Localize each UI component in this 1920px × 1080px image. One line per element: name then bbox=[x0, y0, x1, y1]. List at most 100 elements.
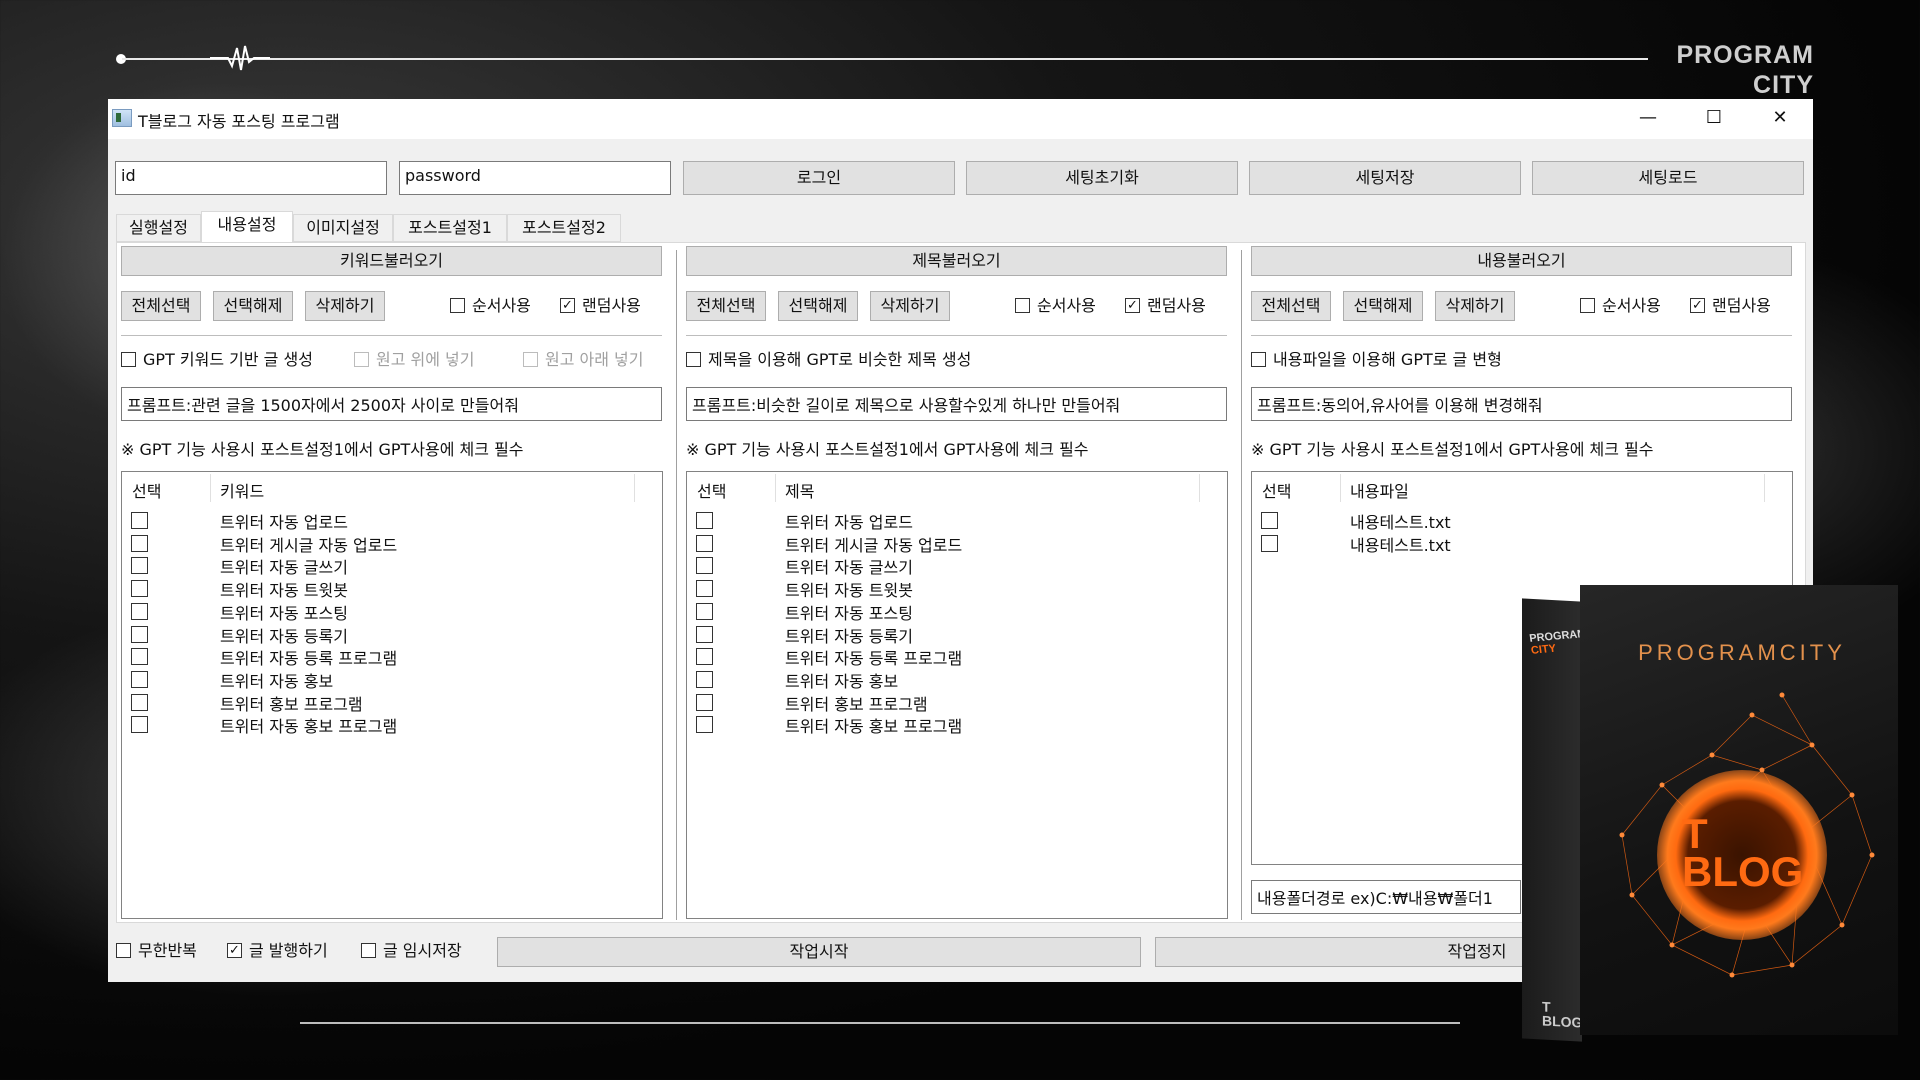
select-all-button[interactable]: 전체선택 bbox=[1251, 291, 1331, 321]
random-checkbox[interactable]: ✓ 랜덤사용 bbox=[1125, 295, 1206, 317]
app-icon bbox=[112, 109, 132, 127]
gpt-hint-text: ※ GPT 기능 사용시 포스트설정1에서 GPT사용에 체크 필수 bbox=[121, 440, 524, 459]
product-brand-text: PROGRAMCITY bbox=[1638, 640, 1846, 665]
random-checkbox[interactable]: ✓ 랜덤사용 bbox=[560, 295, 641, 317]
gpt-content-checkbox[interactable]: 내용파일을 이용해 GPT로 글 변형 bbox=[1251, 349, 1502, 371]
side-logo-text: T BLOG bbox=[1542, 998, 1583, 1031]
row-checkbox[interactable] bbox=[131, 625, 148, 643]
maximize-button[interactable]: ☐ bbox=[1681, 99, 1747, 139]
content-prompt-input[interactable]: 프롬프트:동의어,유사어를 이용해 변경해줘 bbox=[1251, 387, 1792, 421]
list-item[interactable]: 트위터 자동 홍보 프로그램 bbox=[687, 710, 1227, 738]
row-checkbox[interactable] bbox=[131, 512, 148, 529]
row-checkbox[interactable] bbox=[131, 557, 148, 575]
row-checkbox[interactable] bbox=[696, 648, 713, 666]
row-checkbox[interactable] bbox=[131, 716, 148, 734]
insert-below-checkbox[interactable]: 원고 아래 넣기 bbox=[523, 349, 644, 371]
header-content-file: 내용파일 bbox=[1350, 482, 1409, 501]
header-title: 제목 bbox=[785, 482, 815, 501]
keyword-prompt-input[interactable]: 프롬프트:관련 글을 1500자에서 2500자 사이로 만들어줘 bbox=[121, 387, 662, 421]
select-all-button[interactable]: 전체선택 bbox=[121, 291, 201, 321]
reset-settings-button[interactable]: 세팅초기화 bbox=[966, 161, 1238, 195]
load-settings-button[interactable]: 세팅로드 bbox=[1532, 161, 1804, 195]
list-item[interactable]: 내용테스트.txt bbox=[1252, 529, 1792, 557]
tab-image-settings[interactable]: 이미지설정 bbox=[293, 214, 393, 242]
row-checkbox[interactable] bbox=[696, 670, 713, 688]
login-button[interactable]: 로그인 bbox=[683, 161, 955, 195]
decor-bottom-line bbox=[300, 1022, 1460, 1024]
keyword-column: 키워드불러오기 전체선택 선택해제 삭제하기 순서사용 ✓ 랜덤사용 GPT 키워… bbox=[121, 243, 676, 923]
divider bbox=[1251, 335, 1792, 336]
tab-run-settings[interactable]: 실행설정 bbox=[116, 214, 201, 242]
row-checkbox[interactable] bbox=[131, 693, 148, 711]
product-box-image: PROGRAM CITY T BLOG PROGRAMCITY T BLOG bbox=[1522, 585, 1920, 1045]
row-checkbox[interactable] bbox=[696, 557, 713, 575]
load-content-button[interactable]: 내용불러오기 bbox=[1251, 246, 1792, 276]
start-job-button[interactable]: 작업시작 bbox=[497, 937, 1141, 967]
window-title: T블로그 자동 포스팅 프로그램 bbox=[138, 112, 340, 131]
header-select: 선택 bbox=[132, 482, 162, 501]
save-draft-checkbox[interactable]: 글 임시저장 bbox=[361, 940, 462, 962]
deselect-button[interactable]: 선택해제 bbox=[213, 291, 293, 321]
row-label: 내용테스트.txt bbox=[1350, 535, 1451, 555]
list-header: 선택 제목 bbox=[687, 472, 1227, 504]
folder-path-input[interactable]: 내용폴더경로 ex)C:₩내용₩폴더1 bbox=[1251, 880, 1521, 914]
id-input[interactable]: id bbox=[115, 161, 387, 195]
row-checkbox[interactable] bbox=[696, 625, 713, 643]
column-divider bbox=[676, 250, 677, 920]
brand-logo-text: PROGRAM CITY bbox=[1676, 41, 1814, 99]
select-all-button[interactable]: 전체선택 bbox=[686, 291, 766, 321]
header-select: 선택 bbox=[1262, 482, 1292, 501]
sequence-checkbox[interactable]: 순서사용 bbox=[450, 295, 531, 317]
random-checkbox[interactable]: ✓ 랜덤사용 bbox=[1690, 295, 1771, 317]
gpt-title-checkbox[interactable]: 제목을 이용해 GPT로 비슷한 제목 생성 bbox=[686, 349, 971, 371]
title-column: 제목불러오기 전체선택 선택해제 삭제하기 순서사용 ✓ 랜덤사용 제목을 이용해… bbox=[686, 243, 1241, 923]
list-header: 선택 키워드 bbox=[122, 472, 662, 504]
row-checkbox[interactable] bbox=[696, 716, 713, 734]
delete-button[interactable]: 삭제하기 bbox=[870, 291, 950, 321]
list-header: 선택 내용파일 bbox=[1252, 472, 1792, 504]
tab-post-settings-1[interactable]: 포스트설정1 bbox=[393, 214, 507, 242]
row-checkbox[interactable] bbox=[131, 648, 148, 666]
row-checkbox[interactable] bbox=[131, 670, 148, 688]
gpt-keyword-checkbox[interactable]: GPT 키워드 기반 글 생성 bbox=[121, 349, 313, 371]
load-titles-button[interactable]: 제목불러오기 bbox=[686, 246, 1227, 276]
row-checkbox[interactable] bbox=[696, 580, 713, 598]
row-checkbox[interactable] bbox=[131, 602, 148, 620]
row-checkbox[interactable] bbox=[131, 580, 148, 598]
deselect-button[interactable]: 선택해제 bbox=[778, 291, 858, 321]
insert-above-checkbox[interactable]: 원고 위에 넣기 bbox=[354, 349, 475, 371]
row-checkbox[interactable] bbox=[696, 512, 713, 529]
header-select: 선택 bbox=[697, 482, 727, 501]
save-settings-button[interactable]: 세팅저장 bbox=[1249, 161, 1521, 195]
sequence-checkbox[interactable]: 순서사용 bbox=[1015, 295, 1096, 317]
divider bbox=[121, 335, 662, 336]
gpt-hint-text: ※ GPT 기능 사용시 포스트설정1에서 GPT사용에 체크 필수 bbox=[686, 440, 1089, 459]
row-checkbox[interactable] bbox=[696, 602, 713, 620]
row-checkbox[interactable] bbox=[131, 534, 148, 552]
row-checkbox[interactable] bbox=[696, 693, 713, 711]
tblog-logo-text: T BLOG bbox=[1682, 810, 1804, 895]
sequence-checkbox[interactable]: 순서사용 bbox=[1580, 295, 1661, 317]
row-label: 트위터 자동 홍보 프로그램 bbox=[785, 717, 963, 737]
column-divider bbox=[1241, 250, 1242, 920]
row-label: 트위터 자동 홍보 프로그램 bbox=[220, 717, 398, 737]
load-keywords-button[interactable]: 키워드불러오기 bbox=[121, 246, 662, 276]
deselect-button[interactable]: 선택해제 bbox=[1343, 291, 1423, 321]
minimize-button[interactable]: — bbox=[1615, 99, 1681, 139]
delete-button[interactable]: 삭제하기 bbox=[305, 291, 385, 321]
keyword-list[interactable]: 선택 키워드 트위터 자동 업로드 트위터 게시글 자동 업로드 트위터 자동 글쓰… bbox=[121, 471, 663, 919]
close-button[interactable]: ✕ bbox=[1747, 99, 1813, 139]
title-prompt-input[interactable]: 프롬프트:비슷한 길이로 제목으로 사용할수있게 하나만 만들어줘 bbox=[686, 387, 1227, 421]
delete-button[interactable]: 삭제하기 bbox=[1435, 291, 1515, 321]
list-item[interactable]: 트위터 자동 홍보 프로그램 bbox=[122, 710, 662, 738]
title-list[interactable]: 선택 제목 트위터 자동 업로드 트위터 게시글 자동 업로드 트위터 자동 글쓰기… bbox=[686, 471, 1228, 919]
tab-content-settings[interactable]: 내용설정 bbox=[201, 211, 293, 243]
row-checkbox[interactable] bbox=[1261, 512, 1278, 529]
tab-post-settings-2[interactable]: 포스트설정2 bbox=[507, 214, 621, 242]
infinite-loop-checkbox[interactable]: 무한반복 bbox=[116, 940, 197, 962]
row-checkbox[interactable] bbox=[696, 534, 713, 552]
row-checkbox[interactable] bbox=[1261, 534, 1278, 552]
decor-top-line bbox=[122, 58, 1648, 60]
publish-checkbox[interactable]: ✓ 글 발행하기 bbox=[227, 940, 328, 962]
password-input[interactable]: password bbox=[399, 161, 671, 195]
